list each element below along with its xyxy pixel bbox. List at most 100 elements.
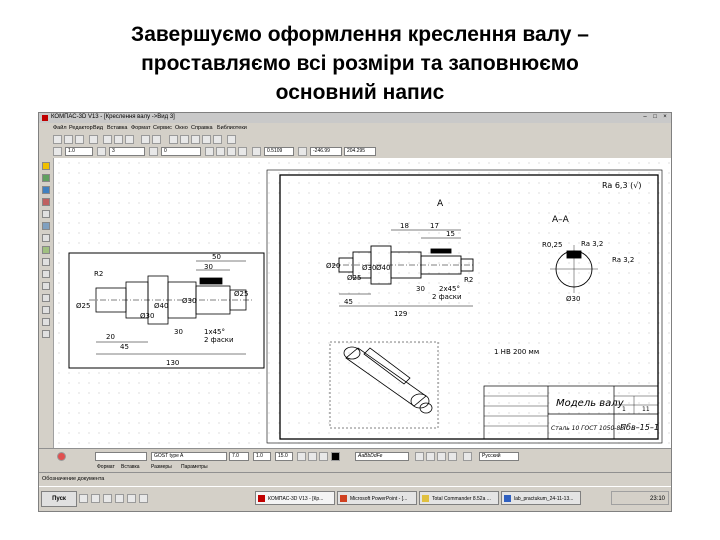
- dim-text: 45: [344, 298, 353, 306]
- select-icon[interactable]: [42, 234, 50, 242]
- redo-icon[interactable]: [152, 135, 161, 144]
- print-icon[interactable]: [89, 135, 98, 144]
- quicklaunch-icon[interactable]: [79, 494, 88, 503]
- underline-icon[interactable]: [319, 452, 328, 461]
- copy-icon[interactable]: [114, 135, 123, 144]
- insert-icon[interactable]: [42, 282, 50, 290]
- minimize-button[interactable]: –: [641, 114, 649, 121]
- quicklaunch-icon[interactable]: [115, 494, 124, 503]
- task-powerpoint[interactable]: Microsoft PowerPoint - [...: [337, 491, 417, 505]
- reports-icon[interactable]: [42, 270, 50, 278]
- dimensions-icon[interactable]: [42, 174, 50, 182]
- spacing-field[interactable]: 15.0: [275, 452, 293, 461]
- geometry-icon[interactable]: [42, 162, 50, 170]
- stop-icon[interactable]: [57, 452, 66, 461]
- zoom-scale-field[interactable]: 0.5109: [264, 147, 294, 156]
- cursor-icon[interactable]: [298, 147, 307, 156]
- align-right-icon[interactable]: [437, 452, 446, 461]
- layer-field[interactable]: 3: [109, 147, 145, 156]
- ortho-icon[interactable]: [216, 147, 225, 156]
- open-icon[interactable]: [64, 135, 73, 144]
- measure-icon[interactable]: [42, 222, 50, 230]
- fragment-icon[interactable]: [42, 294, 50, 302]
- coord-y-field[interactable]: 204.295: [344, 147, 376, 156]
- italic-icon[interactable]: [308, 452, 317, 461]
- task-kompas[interactable]: КОМПАС-3D V13 - [Кр...: [255, 491, 335, 505]
- font-size-field[interactable]: 7.0: [229, 452, 249, 461]
- associative-views-icon[interactable]: [42, 246, 50, 254]
- text-color-icon[interactable]: [331, 452, 340, 461]
- view-field[interactable]: 0: [161, 147, 201, 156]
- step-icon[interactable]: [53, 147, 62, 156]
- dim-text: Ø25: [234, 290, 248, 298]
- spec-icon[interactable]: [42, 258, 50, 266]
- task-total-commander[interactable]: Total Commander 8.52a ...: [419, 491, 499, 505]
- step-field[interactable]: 1.0: [65, 147, 93, 156]
- coord-x-field[interactable]: -246.99: [310, 147, 342, 156]
- dim-text: Ø20: [326, 262, 340, 270]
- kompas-window: КОМПАС-3D V13 - [Креслення валу ->Вид 3]…: [38, 112, 672, 512]
- lib-icon[interactable]: [42, 318, 50, 326]
- section-a-a: [550, 245, 598, 293]
- tab-parameters[interactable]: Параметры: [181, 463, 208, 472]
- view-icon[interactable]: [149, 147, 158, 156]
- zoom-in-icon[interactable]: [169, 135, 178, 144]
- local-cs-icon[interactable]: [238, 147, 247, 156]
- edit-icon[interactable]: [42, 198, 50, 206]
- cut-icon[interactable]: [103, 135, 112, 144]
- designations-icon[interactable]: [42, 186, 50, 194]
- quicklaunch-icon[interactable]: [127, 494, 136, 503]
- zoom-icon[interactable]: [252, 147, 261, 156]
- save-icon[interactable]: [75, 135, 84, 144]
- tab-insert[interactable]: Вставка: [121, 463, 140, 472]
- tab-dimensions[interactable]: Размеры: [151, 463, 172, 472]
- menu-file[interactable]: Файл: [53, 125, 67, 131]
- quicklaunch-icon[interactable]: [91, 494, 100, 503]
- undo-icon[interactable]: [141, 135, 150, 144]
- new-doc-icon[interactable]: [53, 135, 62, 144]
- title-line-1: Завершуємо оформлення креслення валу –: [131, 23, 589, 46]
- menu-help[interactable]: Справка: [191, 125, 213, 131]
- menu-format[interactable]: Формат: [131, 125, 151, 131]
- window-titlebar[interactable]: КОМПАС-3D V13 - [Креслення валу ->Вид 3]…: [39, 113, 671, 123]
- align-center-icon[interactable]: [426, 452, 435, 461]
- snap-icon[interactable]: [227, 147, 236, 156]
- align-left-icon[interactable]: [415, 452, 424, 461]
- menu-insert[interactable]: Вставка: [107, 125, 127, 131]
- tools-icon[interactable]: [42, 330, 50, 338]
- font-field[interactable]: GOST type A: [151, 452, 227, 461]
- paste-icon[interactable]: [125, 135, 134, 144]
- grid-icon[interactable]: [205, 147, 214, 156]
- menu-libraries[interactable]: Библиотеки: [217, 125, 247, 131]
- help-icon[interactable]: [227, 135, 236, 144]
- menu-window[interactable]: Окно: [175, 125, 188, 131]
- bold-icon[interactable]: [297, 452, 306, 461]
- parametrization-icon[interactable]: [42, 210, 50, 218]
- insert-symbol-icon[interactable]: [463, 452, 472, 461]
- maximize-button[interactable]: □: [651, 114, 659, 121]
- dim-text: Ø25: [76, 302, 90, 310]
- quicklaunch-icon[interactable]: [103, 494, 112, 503]
- tab-format[interactable]: Формат: [97, 463, 115, 472]
- menu-edit[interactable]: Редактор: [69, 125, 93, 131]
- narrowing-field[interactable]: 1.0: [253, 452, 271, 461]
- menu-view[interactable]: Вид: [93, 125, 103, 131]
- zoom-window-icon[interactable]: [191, 135, 200, 144]
- drawing-canvas[interactable]: R2 50 30 30 1x45° Ø25 Ø30 Ø40 Ø30 Ø25 2 …: [54, 158, 671, 448]
- mech-icon[interactable]: [42, 306, 50, 314]
- task-lab-document[interactable]: lab_practukum_24-11-13...: [501, 491, 581, 505]
- style-field[interactable]: [95, 452, 147, 461]
- menu-service[interactable]: Сервис: [153, 125, 172, 131]
- layer-icon[interactable]: [97, 147, 106, 156]
- window-title: КОМПАС-3D V13 - [Креслення валу ->Вид 3]: [51, 114, 175, 120]
- close-button[interactable]: ×: [661, 114, 669, 121]
- tech-note: 1 НВ 200 мм: [494, 348, 539, 356]
- task-label: lab_practukum_24-11-13...: [514, 496, 574, 502]
- pan-icon[interactable]: [202, 135, 211, 144]
- align-justify-icon[interactable]: [448, 452, 457, 461]
- language-field[interactable]: Русский: [479, 452, 519, 461]
- zoom-out-icon[interactable]: [180, 135, 189, 144]
- start-button[interactable]: Пуск: [41, 491, 77, 507]
- quicklaunch-icon[interactable]: [139, 494, 148, 503]
- refresh-icon[interactable]: [213, 135, 222, 144]
